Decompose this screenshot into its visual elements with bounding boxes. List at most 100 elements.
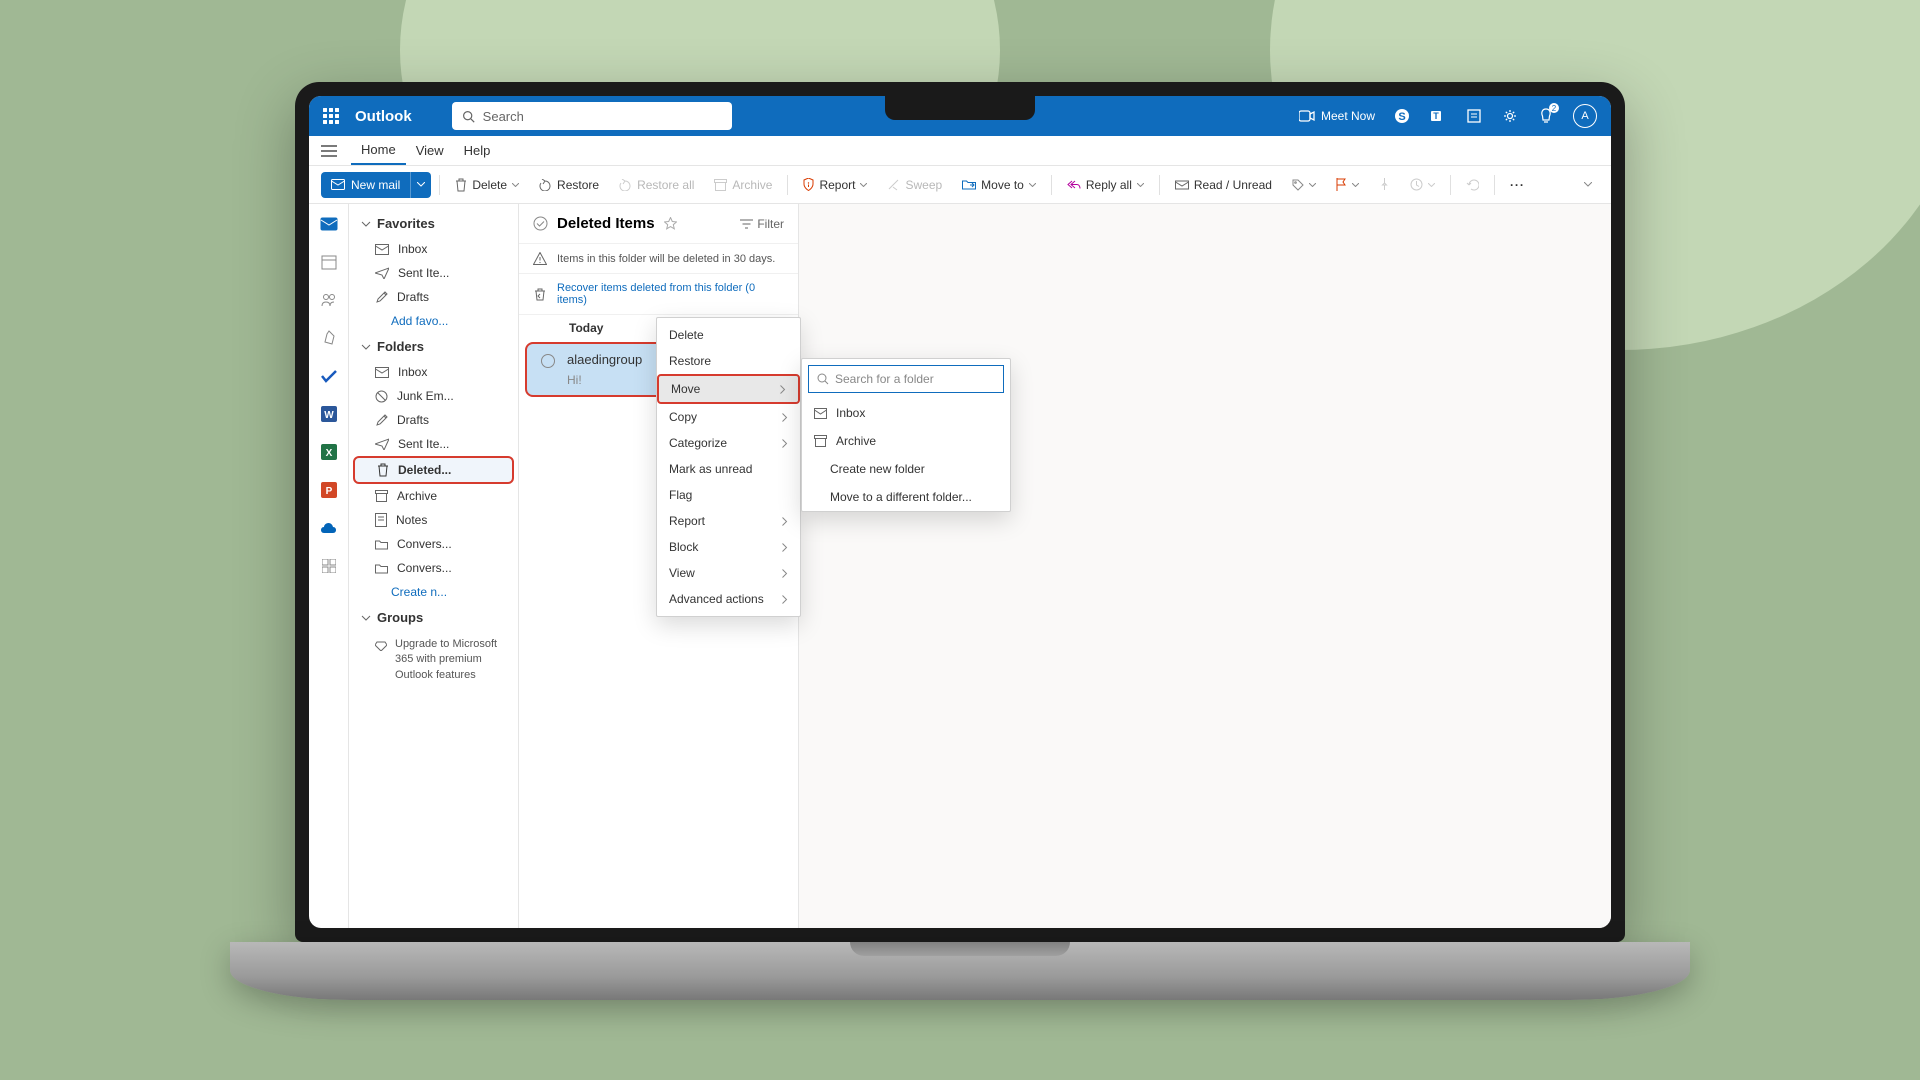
cm-flag[interactable]: Flag	[657, 482, 800, 508]
send-icon	[375, 267, 389, 279]
read-unread-button[interactable]: Read / Unread	[1168, 172, 1279, 198]
archive-icon	[714, 179, 727, 191]
ribbon-collapse[interactable]	[1577, 172, 1599, 198]
more-apps-icon[interactable]	[317, 554, 341, 578]
onedrive-app-icon[interactable]	[317, 516, 341, 540]
folder-header: Deleted Items Filter	[519, 204, 798, 244]
cm-categorize[interactable]: Categorize	[657, 430, 800, 456]
favorites-section[interactable]: Favorites	[349, 210, 518, 237]
new-mail-button[interactable]: New mail	[321, 172, 431, 198]
meet-now-button[interactable]: Meet Now	[1299, 109, 1375, 123]
excel-app-icon[interactable]: X	[317, 440, 341, 464]
notification-badge: 2	[1549, 103, 1559, 113]
cm-mark-unread[interactable]: Mark as unread	[657, 456, 800, 482]
cm-report[interactable]: Report	[657, 508, 800, 534]
chevron-right-icon	[780, 385, 786, 394]
pin-button[interactable]	[1372, 172, 1397, 198]
folder-deleted[interactable]: Deleted...	[353, 456, 514, 484]
user-avatar[interactable]: A	[1573, 104, 1597, 128]
message-list-pane: Deleted Items Filter Items in this folde…	[519, 204, 799, 928]
fav-drafts[interactable]: Drafts	[349, 285, 518, 309]
folder-icon	[375, 539, 388, 550]
archive-button[interactable]: Archive	[707, 172, 779, 198]
svg-text:T: T	[1433, 111, 1439, 121]
todo-app-icon[interactable]	[317, 364, 341, 388]
report-button[interactable]: Report	[796, 172, 874, 198]
search-icon	[817, 373, 829, 385]
hamburger-icon[interactable]	[321, 145, 337, 157]
flag-button[interactable]	[1329, 172, 1366, 198]
note-icon	[375, 513, 387, 527]
search-input[interactable]: Search	[452, 102, 732, 130]
folder-archive[interactable]: Archive	[349, 484, 518, 508]
folder-convers2[interactable]: Convers...	[349, 556, 518, 580]
cm-move[interactable]: Move	[657, 374, 800, 404]
folders-section[interactable]: Folders	[349, 333, 518, 360]
app-rail: W X P	[309, 204, 349, 928]
reply-all-button[interactable]: Reply all	[1060, 172, 1151, 198]
sub-create-folder[interactable]: Create new folder	[802, 455, 1010, 483]
reading-pane	[799, 204, 1611, 928]
cm-copy[interactable]: Copy	[657, 404, 800, 430]
groups-section[interactable]: Groups	[349, 604, 518, 631]
cm-block[interactable]: Block	[657, 534, 800, 560]
create-folder-link[interactable]: Create n...	[349, 580, 518, 604]
sweep-button[interactable]: Sweep	[880, 172, 949, 198]
restore-button[interactable]: Restore	[532, 172, 606, 198]
sub-inbox[interactable]: Inbox	[802, 399, 1010, 427]
word-app-icon[interactable]: W	[317, 402, 341, 426]
folder-notes[interactable]: Notes	[349, 508, 518, 532]
restore-all-button[interactable]: Restore all	[612, 172, 701, 198]
svg-text:S: S	[1398, 111, 1405, 123]
more-button[interactable]: ···	[1503, 172, 1532, 198]
select-all-icon[interactable]	[533, 216, 548, 231]
trash-icon	[455, 178, 467, 192]
tab-help[interactable]: Help	[454, 136, 501, 165]
files-app-icon[interactable]	[317, 326, 341, 350]
context-menu: Delete Restore Move Copy Categorize Mark…	[656, 317, 801, 617]
folder-pane: Favorites Inbox Sent Ite... Drafts Add f…	[349, 204, 519, 928]
folder-convers1[interactable]: Convers...	[349, 532, 518, 556]
sub-archive[interactable]: Archive	[802, 427, 1010, 455]
cm-restore[interactable]: Restore	[657, 348, 800, 374]
move-to-button[interactable]: Move to	[955, 172, 1043, 198]
folder-drafts[interactable]: Drafts	[349, 408, 518, 432]
settings-icon[interactable]	[1501, 107, 1519, 125]
cm-advanced[interactable]: Advanced actions	[657, 586, 800, 612]
tag-button[interactable]	[1285, 172, 1323, 198]
lightbulb-icon[interactable]: 2	[1537, 107, 1555, 125]
recover-link[interactable]: Recover items deleted from this folder (…	[519, 274, 798, 315]
notes-icon[interactable]	[1465, 107, 1483, 125]
filter-button[interactable]: Filter	[740, 217, 784, 231]
folder-inbox[interactable]: Inbox	[349, 360, 518, 384]
upgrade-notice[interactable]: Upgrade to Microsoft 365 with premium Ou…	[349, 631, 518, 689]
folder-sent[interactable]: Sent Ite...	[349, 432, 518, 456]
fav-sent[interactable]: Sent Ite...	[349, 261, 518, 285]
fav-inbox[interactable]: Inbox	[349, 237, 518, 261]
new-mail-dropdown[interactable]	[410, 172, 431, 198]
delete-button[interactable]: Delete	[448, 172, 526, 198]
select-checkbox[interactable]	[541, 354, 555, 368]
tab-home[interactable]: Home	[351, 136, 406, 165]
cm-delete[interactable]: Delete	[657, 322, 800, 348]
tab-view[interactable]: View	[406, 136, 454, 165]
powerpoint-app-icon[interactable]: P	[317, 478, 341, 502]
video-icon	[1299, 110, 1315, 122]
folder-junk[interactable]: Junk Em...	[349, 384, 518, 408]
add-favorite-link[interactable]: Add favo...	[349, 309, 518, 333]
sub-move-different[interactable]: Move to a different folder...	[802, 483, 1010, 511]
svg-text:P: P	[325, 486, 332, 497]
snooze-button[interactable]	[1403, 172, 1442, 198]
skype-icon[interactable]: S	[1393, 107, 1411, 125]
search-placeholder: Search	[483, 109, 524, 124]
star-icon[interactable]	[664, 217, 677, 230]
calendar-app-icon[interactable]	[317, 250, 341, 274]
cm-view[interactable]: View	[657, 560, 800, 586]
app-launcher-icon[interactable]	[323, 108, 339, 124]
people-app-icon[interactable]	[317, 288, 341, 312]
mail-app-icon[interactable]	[317, 212, 341, 236]
undo-button[interactable]	[1459, 172, 1486, 198]
draft-icon	[375, 291, 388, 304]
teams-icon[interactable]: T	[1429, 107, 1447, 125]
folder-search-input[interactable]: Search for a folder	[808, 365, 1004, 393]
